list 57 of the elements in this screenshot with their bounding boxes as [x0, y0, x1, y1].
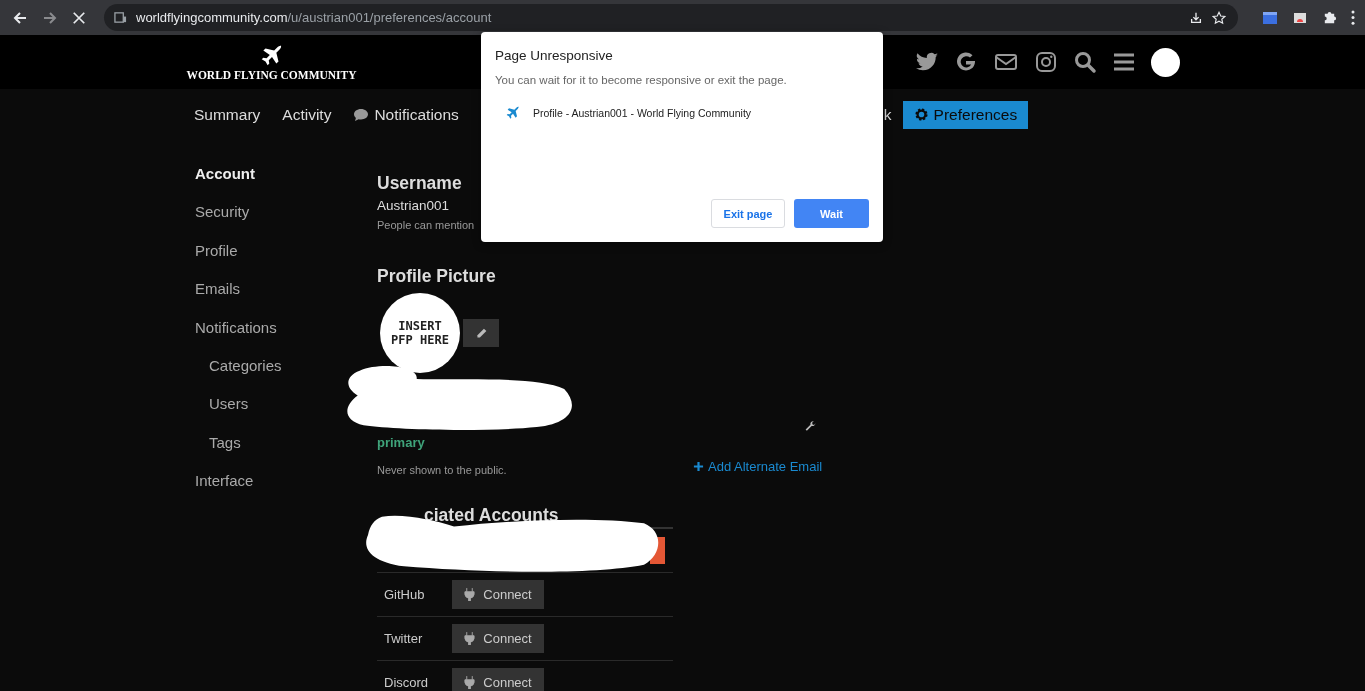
- sidebar-item[interactable]: Account: [195, 164, 255, 184]
- dialog-message: You can wait for it to become responsive or exit the page.: [495, 74, 788, 86]
- install-icon[interactable]: [1189, 10, 1203, 25]
- pencil-icon: [474, 326, 488, 340]
- edit-button[interactable]: [463, 319, 499, 347]
- nav-tab[interactable]: Summary: [183, 100, 272, 129]
- airplane-icon: [505, 105, 521, 121]
- plug-icon: [464, 632, 476, 645]
- sidebar-item[interactable]: Security: [195, 202, 250, 223]
- address-bar[interactable]: worldflyingcommunity.com/u/austrian001/preferences/account: [104, 4, 1238, 31]
- site-logo[interactable]: WORLD FLYING COMMUNITY: [186, 69, 357, 81]
- wait-button[interactable]: Wait: [794, 199, 869, 228]
- profile-avatar: INSERT PFP HERE: [380, 293, 460, 373]
- sidebar-item[interactable]: Interface: [195, 471, 254, 492]
- gear-icon: [913, 107, 929, 122]
- sidebar-item[interactable]: Profile: [195, 240, 238, 261]
- exit-button[interactable]: Exit page: [711, 199, 785, 228]
- star-icon[interactable]: [1212, 10, 1226, 25]
- section-heading: Profile Picture: [377, 266, 497, 288]
- sidebar-item[interactable]: Users: [195, 394, 249, 415]
- plug-icon: [464, 676, 476, 689]
- primary-label: primary: [377, 435, 426, 450]
- nav-tab[interactable]: Notifications: [342, 100, 470, 129]
- close-icon[interactable]: [72, 10, 86, 25]
- connect-button[interactable]: Connect: [452, 668, 544, 691]
- account-name: Discord: [383, 675, 430, 690]
- sidebar-item[interactable]: Notifications: [195, 317, 277, 338]
- site-info-icon[interactable]: [114, 11, 127, 24]
- connect-button[interactable]: Connect: [452, 580, 544, 609]
- username-value: Austrian001: [377, 198, 451, 213]
- email-note: Never shown to the public.: [377, 464, 507, 476]
- section-heading: Username: [377, 173, 463, 195]
- wrench-icon[interactable]: [804, 420, 817, 433]
- sidebar-item[interactable]: Categories: [195, 355, 282, 376]
- search-icon[interactable]: [1073, 50, 1097, 74]
- nav-tab[interactable]: Activity: [271, 100, 343, 129]
- plug-icon: [464, 588, 476, 601]
- page-title: Profile - Austrian001 - World Flying Community: [533, 107, 752, 119]
- forward-icon[interactable]: [42, 9, 58, 26]
- connect-button[interactable]: Connect: [452, 624, 544, 653]
- sidebar-item[interactable]: Tags: [195, 432, 241, 453]
- sidebar-item[interactable]: Emails: [195, 279, 240, 300]
- more-icon[interactable]: [1351, 10, 1355, 25]
- speech-bubble-icon: [353, 107, 370, 122]
- puzzle-icon[interactable]: [1322, 10, 1337, 25]
- camera-icon[interactable]: [1034, 50, 1058, 74]
- nav-tab[interactable]: Preferences: [902, 100, 1029, 129]
- user-avatar[interactable]: [1151, 47, 1180, 77]
- back-icon[interactable]: [12, 9, 28, 26]
- username-hint: People can mention: [377, 219, 475, 231]
- plus-icon: [693, 461, 704, 472]
- add-email-link[interactable]: Add Alternate Email: [693, 459, 823, 474]
- dialog-title: Page Unresponsive: [495, 48, 614, 63]
- extension-icon[interactable]: [1262, 9, 1278, 26]
- account-name: Twitter: [383, 631, 424, 646]
- account-name: GitHub: [383, 587, 426, 602]
- section-heading: ciated Accounts: [423, 505, 560, 527]
